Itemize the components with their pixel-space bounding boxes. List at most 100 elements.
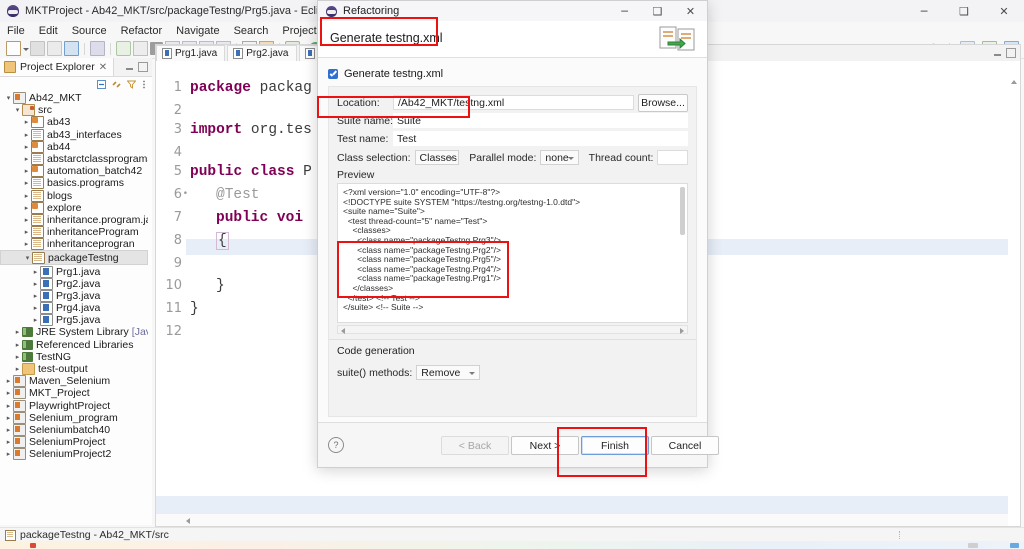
next-button[interactable]: Next > — [511, 436, 579, 455]
resume-icon[interactable] — [116, 41, 131, 56]
chevron-right-icon[interactable]: ▸ — [22, 192, 31, 200]
tree-item-src[interactable]: ▾src — [0, 104, 148, 116]
chevron-right-icon[interactable]: ▸ — [22, 167, 31, 175]
editor-window-buttons[interactable] — [994, 48, 1016, 58]
chevron-right-icon[interactable]: ▸ — [22, 131, 31, 139]
tree-item-testng[interactable]: ▸TestNG — [0, 351, 148, 363]
menu-item-refactor[interactable]: Refactor — [114, 25, 170, 37]
chevron-down-icon[interactable]: ▾ — [13, 106, 22, 114]
chevron-right-icon[interactable]: ▸ — [31, 280, 40, 288]
chevron-right-icon[interactable]: ▸ — [4, 377, 13, 385]
chevron-right-icon[interactable]: ▸ — [31, 292, 40, 300]
generate-testng-checkbox-row[interactable]: Generate testng.xml — [328, 68, 443, 80]
chevron-down-icon[interactable]: ▾ — [4, 94, 13, 102]
collapse-all-icon[interactable] — [97, 80, 106, 89]
chevron-right-icon[interactable]: ▸ — [22, 228, 31, 236]
menu-item-file[interactable]: File — [0, 25, 32, 37]
tree-item-ab42-mkt[interactable]: ▾Ab42_MKT — [0, 92, 148, 104]
tree-item-prg5-java[interactable]: ▸Prg5.java — [0, 314, 148, 326]
link-with-editor-icon[interactable] — [112, 80, 121, 89]
dialog-maximize-icon[interactable]: ❑ — [641, 1, 674, 21]
maximize-icon[interactable]: ❑ — [944, 0, 984, 22]
panel-window-buttons[interactable] — [126, 62, 148, 72]
thread-count-input[interactable] — [657, 150, 688, 165]
chevron-right-icon[interactable]: ▸ — [13, 353, 22, 361]
taskbar-app-icon[interactable] — [968, 543, 978, 548]
tree-item-seleniumproject2[interactable]: ▸SeleniumProject2 — [0, 448, 148, 460]
tree-item-prg1-java[interactable]: ▸Prg1.java — [0, 265, 148, 277]
tab-project-explorer[interactable]: Project Explorer ✕ — [0, 58, 114, 76]
chevron-right-icon[interactable]: ▸ — [22, 155, 31, 163]
chevron-right-icon[interactable]: ▸ — [4, 389, 13, 397]
view-menu-icon[interactable] — [142, 80, 146, 89]
tree-item-blogs[interactable]: ▸blogs — [0, 190, 148, 202]
finish-button[interactable]: Finish — [581, 436, 649, 455]
tree-item-mkt-project[interactable]: ▸MKT_Project — [0, 387, 148, 399]
parallel-mode-dropdown[interactable]: none — [540, 150, 578, 165]
chevron-right-icon[interactable]: ▸ — [31, 316, 40, 324]
chevron-right-icon[interactable]: ▸ — [13, 328, 22, 336]
tree-item-inheritanceprogran[interactable]: ▸inheritanceprogran — [0, 238, 148, 250]
chevron-right-icon[interactable]: ▸ — [22, 216, 31, 224]
eclipse-window-controls[interactable]: ─ ❑ ✕ — [904, 0, 1024, 22]
tree-item-prg4-java[interactable]: ▸Prg4.java — [0, 302, 148, 314]
tree-item-prg3-java[interactable]: ▸Prg3.java — [0, 290, 148, 302]
chevron-right-icon[interactable]: ▸ — [4, 438, 13, 446]
scroll-left-icon[interactable] — [186, 518, 190, 524]
chevron-right-icon[interactable]: ▸ — [13, 341, 22, 349]
chevron-right-icon[interactable]: ▸ — [22, 240, 31, 248]
tree-item-abstarctclassprograms[interactable]: ▸abstarctclassprograms — [0, 153, 148, 165]
preview-horizontal-scrollbar[interactable] — [337, 325, 688, 334]
test-name-input[interactable]: Test — [393, 131, 688, 146]
taskbar-app-icon[interactable] — [1010, 543, 1019, 548]
print-icon[interactable] — [64, 41, 79, 56]
tree-item-inheritance-program-java[interactable]: ▸inheritance.program.java — [0, 214, 148, 226]
chevron-down-icon[interactable]: ▾ — [23, 254, 32, 262]
tree-item-maven-selenium[interactable]: ▸Maven_Selenium — [0, 375, 148, 387]
menu-item-navigate[interactable]: Navigate — [169, 25, 226, 37]
editor-tab-prg1[interactable]: Prg1.java — [156, 45, 225, 61]
close-icon[interactable]: ✕ — [99, 62, 107, 73]
location-input[interactable]: /Ab42_MKT/testng.xml — [393, 95, 634, 110]
chevron-right-icon[interactable]: ▸ — [4, 414, 13, 422]
back-button[interactable]: < Back — [441, 436, 509, 455]
tree-item-inheritanceprogram[interactable]: ▸inheritanceProgram — [0, 226, 148, 238]
save-all-icon[interactable] — [47, 41, 62, 56]
help-icon[interactable]: ? — [328, 437, 344, 453]
tree-item-ab44[interactable]: ▸ab44 — [0, 141, 148, 153]
scroll-right-icon[interactable] — [680, 328, 684, 334]
tree-item-prg2-java[interactable]: ▸Prg2.java — [0, 278, 148, 290]
tree-item-playwrightproject[interactable]: ▸PlaywrightProject — [0, 400, 148, 412]
tree-item-test-output[interactable]: ▸test-output — [0, 363, 148, 375]
windows-taskbar[interactable] — [0, 541, 1024, 549]
chevron-right-icon[interactable]: ▸ — [31, 268, 40, 276]
chevron-right-icon[interactable]: ▸ — [4, 402, 13, 410]
minimize-editor-icon[interactable] — [994, 53, 1001, 56]
scroll-up-icon[interactable] — [1011, 80, 1017, 84]
close-icon[interactable]: ✕ — [984, 0, 1024, 22]
chevron-right-icon[interactable]: ▸ — [4, 450, 13, 458]
menu-item-search[interactable]: Search — [227, 25, 276, 37]
taskbar-app-icon[interactable] — [30, 543, 36, 548]
suite-name-input[interactable]: Suite — [393, 113, 688, 128]
chevron-right-icon[interactable]: ▸ — [4, 426, 13, 434]
project-tree[interactable]: ▾Ab42_MKT▾src▸ab43▸ab43_interfaces▸ab44▸… — [0, 92, 148, 525]
tree-item-referenced-libraries[interactable]: ▸Referenced Libraries — [0, 339, 148, 351]
chevron-right-icon[interactable]: ▸ — [13, 365, 22, 373]
project-explorer-toolbar[interactable] — [0, 77, 152, 91]
new-icon[interactable] — [6, 41, 21, 56]
tree-item-basics-programs[interactable]: ▸basics.programs — [0, 177, 148, 189]
minimize-icon[interactable]: ─ — [904, 0, 944, 22]
cancel-button[interactable]: Cancel — [651, 436, 719, 455]
chevron-right-icon[interactable]: ▸ — [22, 118, 31, 126]
dialog-minimize-icon[interactable]: ─ — [608, 1, 641, 21]
dialog-close-icon[interactable]: ✕ — [674, 1, 707, 21]
chevron-right-icon[interactable]: ▸ — [22, 179, 31, 187]
tree-item-ab43-interfaces[interactable]: ▸ab43_interfaces — [0, 129, 148, 141]
chevron-right-icon[interactable]: ▸ — [22, 204, 31, 212]
new-dropdown-icon[interactable] — [22, 42, 29, 55]
maximize-editor-icon[interactable] — [1006, 48, 1016, 58]
build-icon[interactable] — [90, 41, 105, 56]
preview-box[interactable]: <?xml version="1.0" encoding="UTF-8"?><!… — [337, 183, 688, 323]
tree-item-packagetestng[interactable]: ▾packageTestng — [0, 250, 148, 265]
